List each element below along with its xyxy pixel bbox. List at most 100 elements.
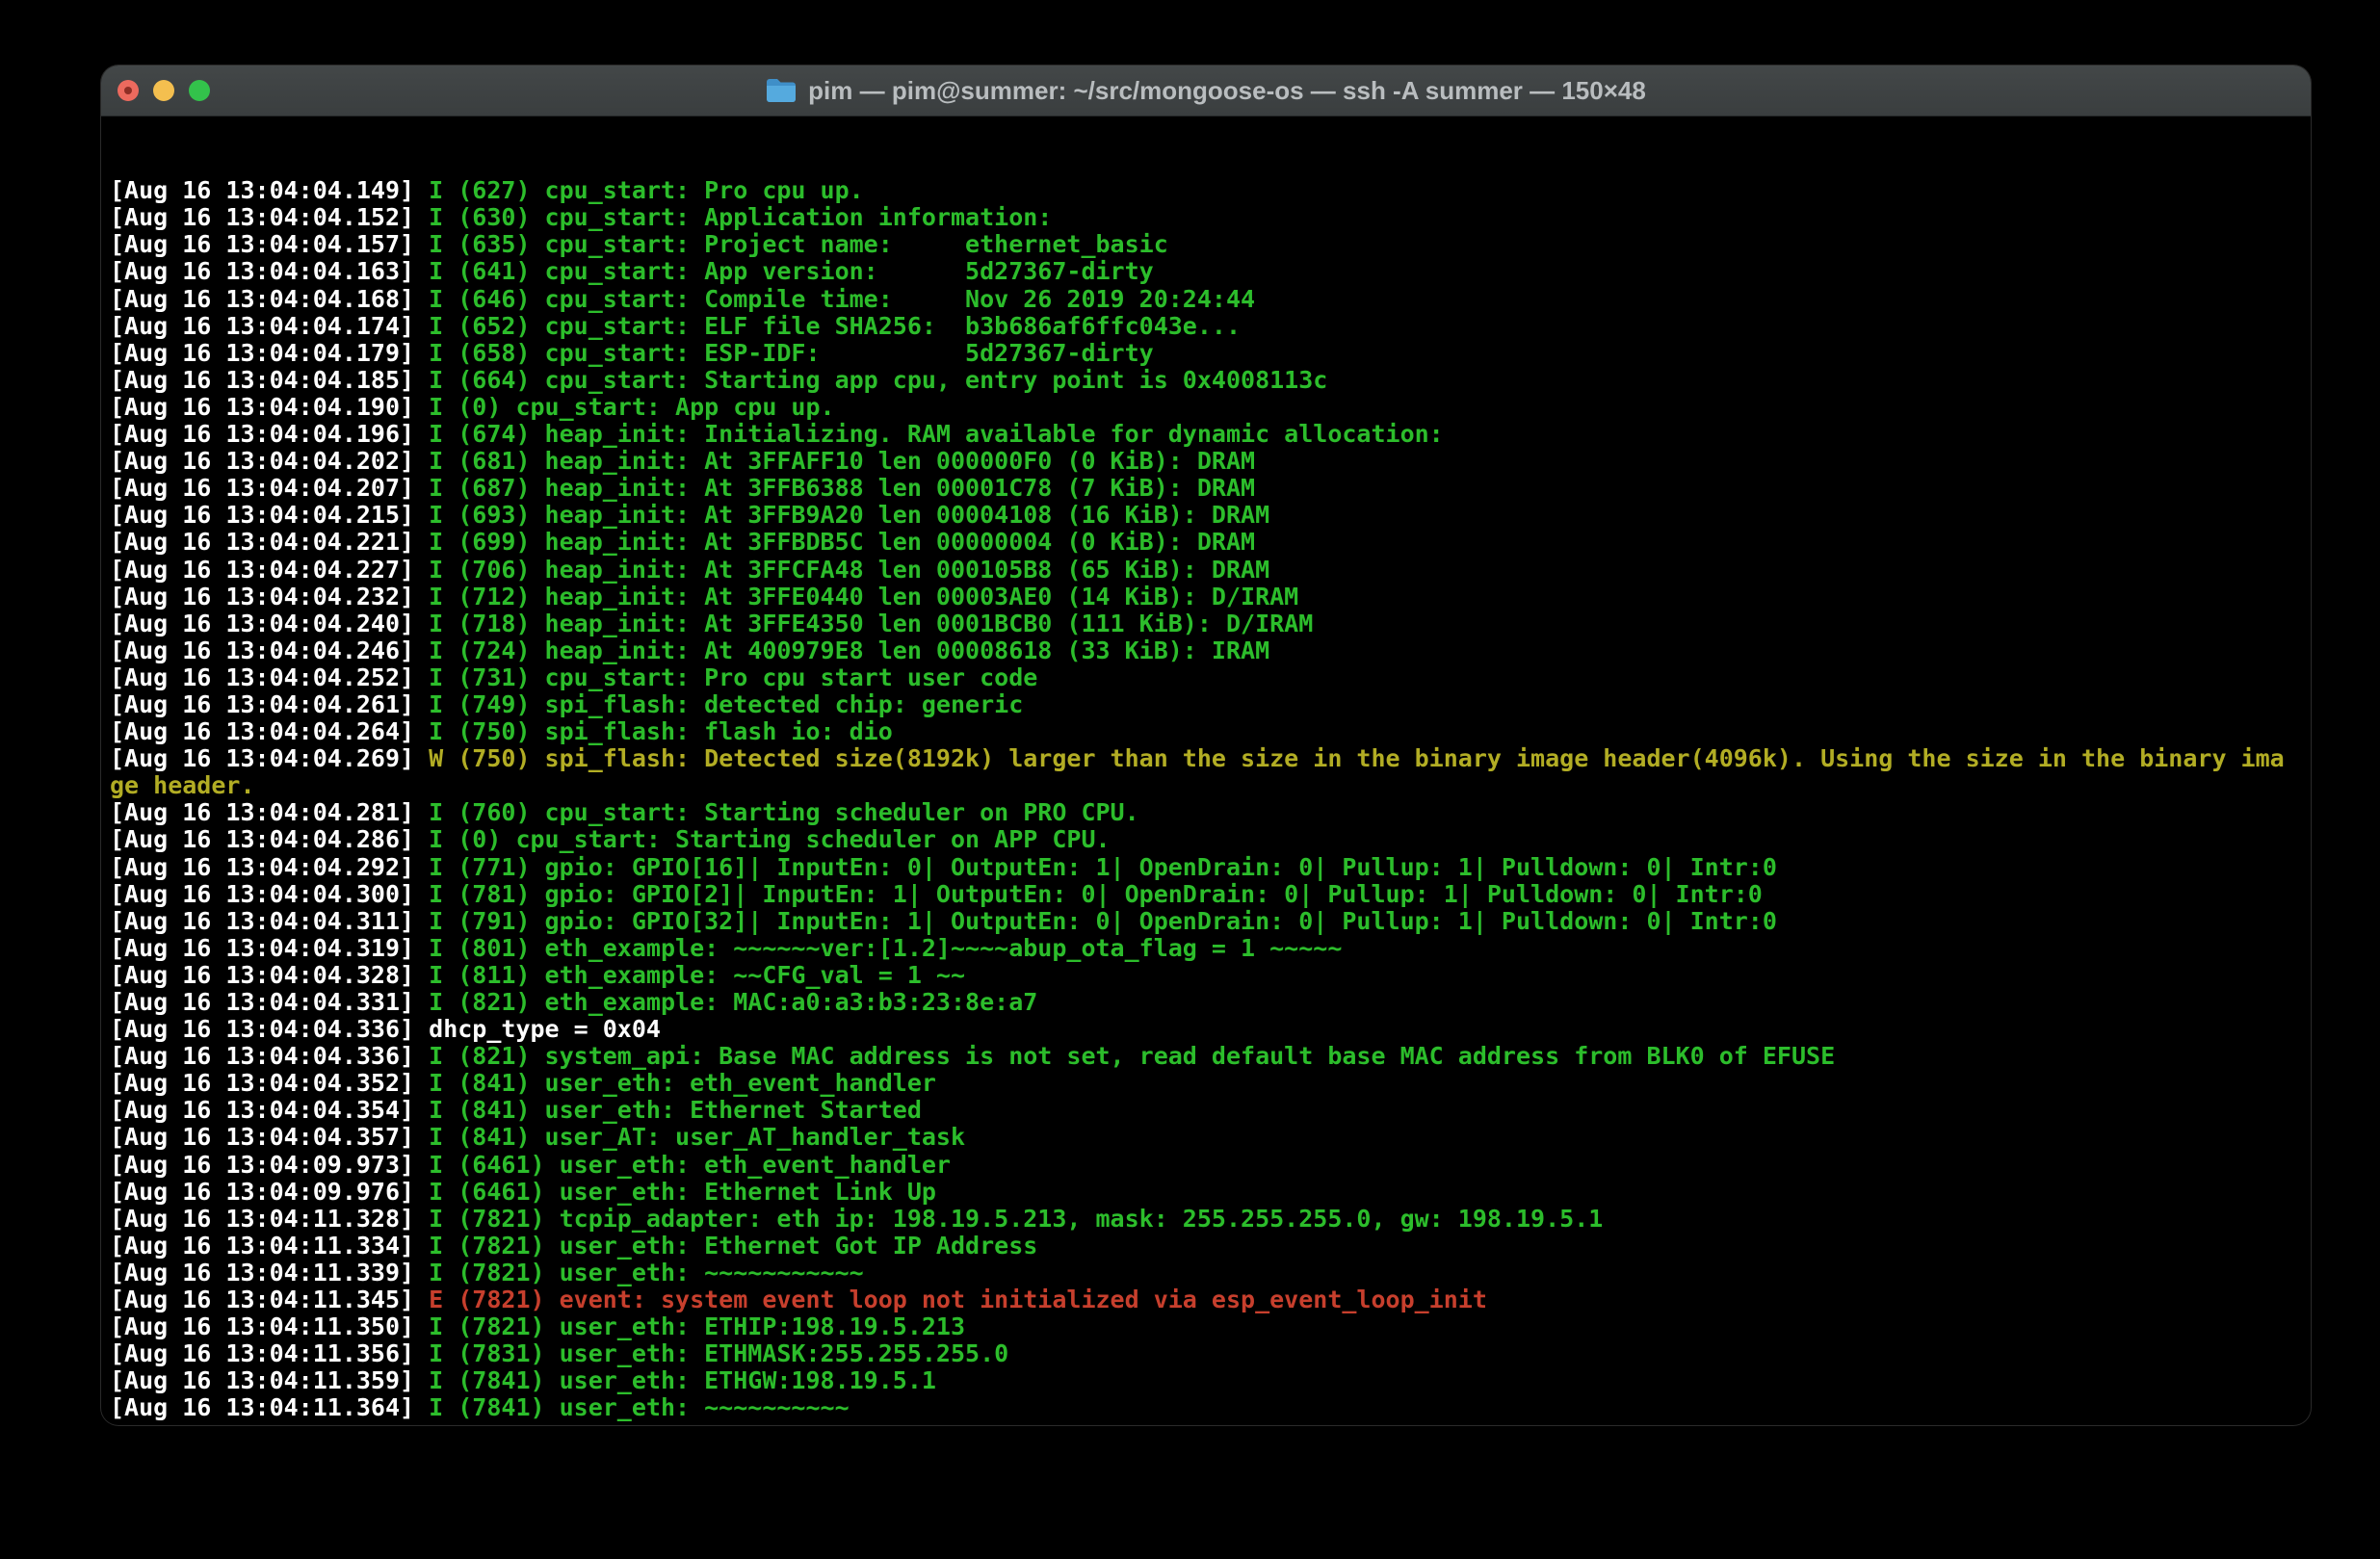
log-line: [Aug 16 13:04:04.328] I (811) eth_exampl…: [110, 962, 2303, 989]
log-message: I (687) heap_init: At 3FFB6388 len 00001…: [429, 474, 1255, 502]
log-line: [Aug 16 13:04:04.196] I (674) heap_init:…: [110, 421, 2303, 448]
window-titlebar[interactable]: pim — pim@summer: ~/src/mongoose-os — ss…: [101, 65, 2311, 117]
terminal-screen[interactable]: [Aug 16 13:04:04.149] I (627) cpu_start:…: [101, 117, 2311, 1425]
log-timestamp: [Aug 16 13:04:11.364]: [110, 1393, 429, 1421]
traffic-lights: [118, 65, 210, 116]
log-timestamp: [Aug 16 13:04:04.246]: [110, 637, 429, 664]
log-timestamp: [Aug 16 13:04:04.357]: [110, 1123, 429, 1151]
log-timestamp: [Aug 16 13:04:11.359]: [110, 1366, 429, 1394]
log-line: [Aug 16 13:04:04.281] I (760) cpu_start:…: [110, 799, 2303, 826]
log-line: [Aug 16 13:04:04.168] I (646) cpu_start:…: [110, 286, 2303, 313]
log-line: [Aug 16 13:04:04.227] I (706) heap_init:…: [110, 557, 2303, 584]
minimize-button[interactable]: [153, 80, 174, 101]
log-message: I (821) eth_example: MAC:a0:a3:b3:23:8e:…: [429, 988, 1037, 1016]
log-message: I (658) cpu_start: ESP-IDF: 5d27367-dirt…: [429, 339, 1154, 367]
log-message: I (7831) user_eth: ETHMASK:255.255.255.0: [429, 1339, 1008, 1367]
log-line: [Aug 16 13:04:04.163] I (641) cpu_start:…: [110, 258, 2303, 285]
log-timestamp: [Aug 16 13:04:04.252]: [110, 663, 429, 691]
log-line: [Aug 16 13:04:11.328] I (7821) tcpip_ada…: [110, 1206, 2303, 1233]
log-timestamp: [Aug 16 13:04:04.179]: [110, 339, 429, 367]
log-line: [Aug 16 13:04:04.357] I (841) user_AT: u…: [110, 1124, 2303, 1151]
log-message: I (811) eth_example: ~~CFG_val = 1 ~~: [429, 961, 965, 989]
log-line: [Aug 16 13:04:04.311] I (791) gpio: GPIO…: [110, 908, 2303, 935]
log-message: dhcp_type = 0x04: [429, 1015, 661, 1043]
log-message: I (7821) tcpip_adapter: eth ip: 198.19.5…: [429, 1205, 1603, 1233]
log-line: [Aug 16 13:04:04.246] I (724) heap_init:…: [110, 637, 2303, 664]
log-timestamp: [Aug 16 13:04:04.300]: [110, 880, 429, 908]
log-line: [Aug 16 13:04:04.174] I (652) cpu_start:…: [110, 313, 2303, 340]
log-timestamp: [Aug 16 13:04:09.976]: [110, 1178, 429, 1206]
log-line: ge header.: [110, 772, 2303, 799]
log-message: I (749) spi_flash: detected chip: generi…: [429, 690, 1023, 718]
log-line: [Aug 16 13:04:04.331] I (821) eth_exampl…: [110, 989, 2303, 1016]
log-timestamp: [Aug 16 13:04:04.185]: [110, 366, 429, 394]
log-message: I (627) cpu_start: Pro cpu up.: [429, 176, 864, 204]
log-line: [Aug 16 13:04:04.352] I (841) user_eth: …: [110, 1070, 2303, 1097]
log-message: I (7821) user_eth: ETHIP:198.19.5.213: [429, 1312, 965, 1340]
log-timestamp: [Aug 16 13:04:11.334]: [110, 1232, 429, 1260]
log-timestamp: [Aug 16 13:04:04.292]: [110, 853, 429, 881]
log-message: I (699) heap_init: At 3FFBDB5C len 00000…: [429, 528, 1255, 556]
log-timestamp: [Aug 16 13:04:04.221]: [110, 528, 429, 556]
close-button[interactable]: [118, 80, 139, 101]
log-timestamp: [Aug 16 13:04:04.215]: [110, 501, 429, 529]
log-line: [Aug 16 13:04:11.356] I (7831) user_eth:…: [110, 1340, 2303, 1367]
log-timestamp: [Aug 16 13:04:04.207]: [110, 474, 429, 502]
log-line: [Aug 16 13:04:04.240] I (718) heap_init:…: [110, 611, 2303, 637]
log-message: ^C: [110, 1421, 139, 1426]
log-message: I (630) cpu_start: Application informati…: [429, 203, 1052, 231]
log-message: I (0) cpu_start: Starting scheduler on A…: [429, 825, 1110, 853]
log-timestamp: [Aug 16 13:04:04.319]: [110, 934, 429, 962]
log-timestamp: [Aug 16 13:04:04.336]: [110, 1015, 429, 1043]
log-line: [Aug 16 13:04:09.973] I (6461) user_eth:…: [110, 1152, 2303, 1179]
close-dot-icon: [124, 87, 132, 94]
log-line: [Aug 16 13:04:11.334] I (7821) user_eth:…: [110, 1233, 2303, 1260]
log-timestamp: [Aug 16 13:04:04.331]: [110, 988, 429, 1016]
log-line: [Aug 16 13:04:04.207] I (687) heap_init:…: [110, 475, 2303, 502]
log-line: [Aug 16 13:04:11.364] I (7841) user_eth:…: [110, 1394, 2303, 1421]
log-timestamp: [Aug 16 13:04:11.345]: [110, 1286, 429, 1313]
log-message: I (674) heap_init: Initializing. RAM ava…: [429, 420, 1444, 448]
log-message: I (841) user_AT: user_AT_handler_task: [429, 1123, 965, 1151]
log-message: I (641) cpu_start: App version: 5d27367-…: [429, 257, 1154, 285]
zoom-button[interactable]: [189, 80, 210, 101]
log-line: [Aug 16 13:04:04.269] W (750) spi_flash:…: [110, 745, 2303, 772]
log-line: [Aug 16 13:04:04.157] I (635) cpu_start:…: [110, 231, 2303, 258]
log-line: [Aug 16 13:04:11.345] E (7821) event: sy…: [110, 1286, 2303, 1313]
log-line: [Aug 16 13:04:04.264] I (750) spi_flash:…: [110, 718, 2303, 745]
log-timestamp: [Aug 16 13:04:04.240]: [110, 610, 429, 637]
window-title-text: pim — pim@summer: ~/src/mongoose-os — ss…: [808, 76, 1646, 106]
log-timestamp: [Aug 16 13:04:11.350]: [110, 1312, 429, 1340]
log-message: I (693) heap_init: At 3FFB9A20 len 00004…: [429, 501, 1269, 529]
log-message: I (781) gpio: GPIO[2]| InputEn: 1| Outpu…: [429, 880, 1763, 908]
log-message: I (750) spi_flash: flash io: dio: [429, 717, 893, 745]
log-line: [Aug 16 13:04:04.261] I (749) spi_flash:…: [110, 691, 2303, 718]
log-message: I (635) cpu_start: Project name: etherne…: [429, 230, 1168, 258]
log-message: I (706) heap_init: At 3FFCFA48 len 00010…: [429, 556, 1269, 584]
log-line: [Aug 16 13:04:11.359] I (7841) user_eth:…: [110, 1367, 2303, 1394]
log-timestamp: [Aug 16 13:04:11.339]: [110, 1259, 429, 1286]
log-timestamp: [Aug 16 13:04:04.281]: [110, 798, 429, 826]
log-message: I (7821) user_eth: Ethernet Got IP Addre…: [429, 1232, 1037, 1260]
log-message: I (652) cpu_start: ELF file SHA256: b3b6…: [429, 312, 1241, 340]
log-timestamp: [Aug 16 13:04:04.264]: [110, 717, 429, 745]
log-message: I (724) heap_init: At 400979E8 len 00008…: [429, 637, 1269, 664]
folder-icon: [766, 78, 797, 103]
log-line: [Aug 16 13:04:04.185] I (664) cpu_start:…: [110, 367, 2303, 394]
log-message: I (712) heap_init: At 3FFE0440 len 00003…: [429, 583, 1298, 611]
log-line: [Aug 16 13:04:04.202] I (681) heap_init:…: [110, 448, 2303, 475]
log-message: W (750) spi_flash: Detected size(8192k) …: [429, 744, 2285, 772]
log-line: [Aug 16 13:04:11.339] I (7821) user_eth:…: [110, 1260, 2303, 1286]
log-message: I (841) user_eth: Ethernet Started: [429, 1096, 922, 1124]
log-timestamp: [Aug 16 13:04:04.163]: [110, 257, 429, 285]
log-message: I (760) cpu_start: Starting scheduler on…: [429, 798, 1139, 826]
log-line: [Aug 16 13:04:04.221] I (699) heap_init:…: [110, 529, 2303, 556]
log-timestamp: [Aug 16 13:04:04.286]: [110, 825, 429, 853]
log-message: I (664) cpu_start: Starting app cpu, ent…: [429, 366, 1327, 394]
log-timestamp: [Aug 16 13:04:11.356]: [110, 1339, 429, 1367]
log-message: I (7841) user_eth: ETHGW:198.19.5.1: [429, 1366, 936, 1394]
log-timestamp: [Aug 16 13:04:04.354]: [110, 1096, 429, 1124]
log-message: I (791) gpio: GPIO[32]| InputEn: 1| Outp…: [429, 907, 1777, 935]
log-line: [Aug 16 13:04:04.319] I (801) eth_exampl…: [110, 935, 2303, 962]
log-timestamp: [Aug 16 13:04:04.352]: [110, 1069, 429, 1097]
